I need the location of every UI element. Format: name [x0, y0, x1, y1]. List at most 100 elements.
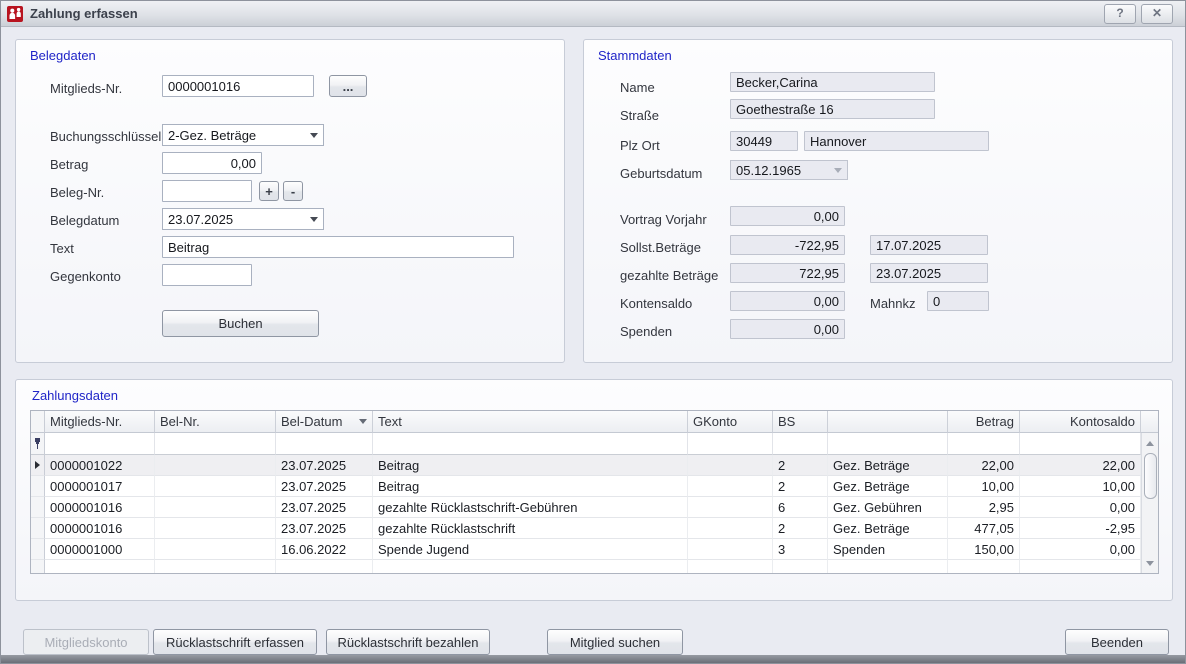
vertical-scrollbar[interactable] [1141, 433, 1158, 573]
filter-row[interactable] [31, 433, 1141, 455]
table-row[interactable]: 0000001000 16.06.2022 Spende Jugend 3 Sp… [31, 539, 1141, 560]
cell-kontosaldo[interactable]: 10,00 [1020, 476, 1141, 497]
cell-bs-text[interactable]: Gez. Beträge [828, 518, 948, 539]
cell-gkonto[interactable] [688, 497, 773, 518]
cell-gkonto[interactable] [688, 539, 773, 560]
cell-bs[interactable]: 3 [773, 539, 828, 560]
buchen-button[interactable]: Buchen [162, 310, 319, 337]
beleg-nr-decrement-button[interactable]: - [283, 181, 303, 201]
cell-betrag[interactable]: 150,00 [948, 539, 1020, 560]
col-header-bel-nr[interactable]: Bel-Nr. [155, 411, 276, 433]
cell-bel-datum[interactable]: 23.07.2025 [276, 455, 373, 476]
empty-cell [45, 560, 155, 574]
mitglieds-nr-input[interactable] [162, 75, 314, 97]
table-row[interactable]: 0000001016 23.07.2025 gezahlte Rücklasts… [31, 497, 1141, 518]
close-button[interactable]: ✕ [1141, 4, 1173, 24]
cell-kontosaldo[interactable]: -2,95 [1020, 518, 1141, 539]
cell-text[interactable]: Beitrag [373, 455, 688, 476]
cell-bel-datum[interactable]: 23.07.2025 [276, 518, 373, 539]
cell-gkonto[interactable] [688, 455, 773, 476]
filter-cell[interactable] [373, 433, 688, 455]
cell-bel-nr[interactable] [155, 518, 276, 539]
table-row[interactable]: 0000001022 23.07.2025 Beitrag 2 Gez. Bet… [31, 455, 1141, 476]
col-header-betrag[interactable]: Betrag [948, 411, 1020, 433]
beleg-nr-input[interactable] [162, 180, 252, 202]
table-row[interactable]: 0000001016 23.07.2025 gezahlte Rücklasts… [31, 518, 1141, 539]
mitglied-suchen-button[interactable]: Mitglied suchen [547, 629, 683, 655]
scrollbar-thumb[interactable] [1144, 453, 1157, 499]
cell-bs-text[interactable]: Spenden [828, 539, 948, 560]
ruecklastschrift-erfassen-button[interactable]: Rücklastschrift erfassen [153, 629, 317, 655]
cell-kontosaldo[interactable]: 22,00 [1020, 455, 1141, 476]
col-header-text[interactable]: Text [373, 411, 688, 433]
scroll-up-button[interactable] [1142, 435, 1158, 451]
chevron-down-icon [834, 168, 842, 173]
buchungsschluessel-select[interactable]: 2-Gez. Beträge [162, 124, 324, 146]
cell-mitglieds-nr[interactable]: 0000001000 [45, 539, 155, 560]
col-header-mitglieds-nr[interactable]: Mitglieds-Nr. [45, 411, 155, 433]
cell-text[interactable]: gezahlte Rücklastschrift-Gebühren [373, 497, 688, 518]
cell-bel-datum[interactable]: 23.07.2025 [276, 497, 373, 518]
cell-betrag[interactable]: 22,00 [948, 455, 1020, 476]
beleg-nr-label: Beleg-Nr. [50, 185, 104, 200]
text-input[interactable] [162, 236, 514, 258]
belegdatum-select[interactable]: 23.07.2025 [162, 208, 324, 230]
cell-bs-text[interactable]: Gez. Gebühren [828, 497, 948, 518]
cell-bs[interactable]: 2 [773, 518, 828, 539]
cell-betrag[interactable]: 477,05 [948, 518, 1020, 539]
cell-betrag[interactable]: 2,95 [948, 497, 1020, 518]
cell-bs[interactable]: 6 [773, 497, 828, 518]
cell-bel-nr[interactable] [155, 539, 276, 560]
cell-bs[interactable]: 2 [773, 476, 828, 497]
cell-text[interactable]: Spende Jugend [373, 539, 688, 560]
cell-bel-nr[interactable] [155, 497, 276, 518]
cell-mitglieds-nr[interactable]: 0000001017 [45, 476, 155, 497]
cell-bel-nr[interactable] [155, 455, 276, 476]
filter-cell[interactable] [828, 433, 948, 455]
cell-bs-text[interactable]: Gez. Beträge [828, 476, 948, 497]
betrag-input[interactable] [162, 152, 262, 174]
stammdaten-title: Stammdaten [598, 48, 672, 63]
filter-cell[interactable] [948, 433, 1020, 455]
filter-cell[interactable] [773, 433, 828, 455]
cell-gkonto[interactable] [688, 476, 773, 497]
cell-bel-nr[interactable] [155, 476, 276, 497]
col-header-bs-text[interactable] [828, 411, 948, 433]
beenden-button[interactable]: Beenden [1065, 629, 1169, 655]
col-header-bs[interactable]: BS [773, 411, 828, 433]
scroll-down-button[interactable] [1142, 555, 1158, 571]
cell-mitglieds-nr[interactable]: 0000001022 [45, 455, 155, 476]
stammdaten-panel: Stammdaten Name Straße Plz Ort Geburtsda… [583, 39, 1173, 363]
filter-cell[interactable] [276, 433, 373, 455]
col-header-gkonto[interactable]: GKonto [688, 411, 773, 433]
empty-cell [688, 560, 773, 574]
gegenkonto-input[interactable] [162, 264, 252, 286]
cell-bel-datum[interactable]: 23.07.2025 [276, 476, 373, 497]
cell-text[interactable]: gezahlte Rücklastschrift [373, 518, 688, 539]
cell-bs[interactable]: 2 [773, 455, 828, 476]
cell-bs-text[interactable]: Gez. Beträge [828, 455, 948, 476]
empty-cell [773, 560, 828, 574]
cell-mitglieds-nr[interactable]: 0000001016 [45, 497, 155, 518]
cell-text[interactable]: Beitrag [373, 476, 688, 497]
col-header-kontosaldo[interactable]: Kontosaldo [1020, 411, 1141, 433]
filter-cell[interactable] [688, 433, 773, 455]
filter-cell[interactable] [155, 433, 276, 455]
browse-member-button[interactable]: ... [329, 75, 367, 97]
col-header-bel-datum[interactable]: Bel-Datum [276, 411, 373, 433]
filter-cell[interactable] [45, 433, 155, 455]
belegdatum-label: Belegdatum [50, 213, 119, 228]
beleg-nr-increment-button[interactable]: + [259, 181, 279, 201]
cell-kontosaldo[interactable]: 0,00 [1020, 497, 1141, 518]
table-row[interactable]: 0000001017 23.07.2025 Beitrag 2 Gez. Bet… [31, 476, 1141, 497]
cell-gkonto[interactable] [688, 518, 773, 539]
filter-cell[interactable] [1020, 433, 1141, 455]
ruecklastschrift-bezahlen-button[interactable]: Rücklastschrift bezahlen [326, 629, 490, 655]
help-button[interactable]: ? [1104, 4, 1136, 24]
col-header-label: Bel-Datum [281, 414, 342, 429]
cell-betrag[interactable]: 10,00 [948, 476, 1020, 497]
cell-kontosaldo[interactable]: 0,00 [1020, 539, 1141, 560]
cell-mitglieds-nr[interactable]: 0000001016 [45, 518, 155, 539]
chevron-down-icon [310, 217, 318, 222]
cell-bel-datum[interactable]: 16.06.2022 [276, 539, 373, 560]
